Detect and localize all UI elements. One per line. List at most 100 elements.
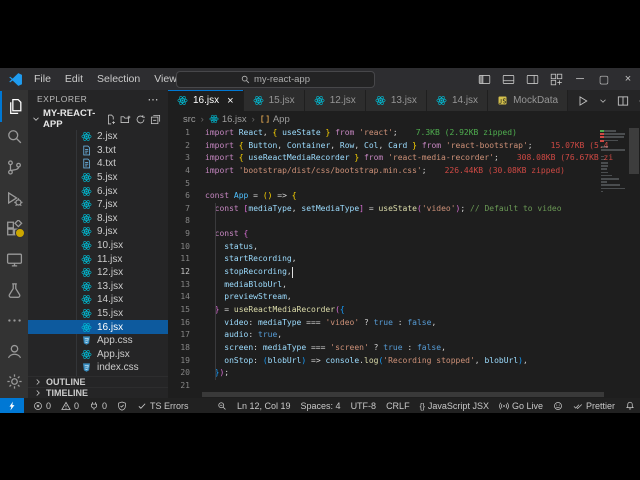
sidebar-title: EXPLORER — [37, 94, 87, 104]
status-ports[interactable]: 0 — [84, 398, 112, 413]
activity-remote-explorer[interactable] — [0, 244, 28, 275]
file-item-4-txt[interactable]: 4.txt — [28, 157, 168, 171]
layout-sidebar-right-icon[interactable] — [520, 68, 544, 90]
run-button[interactable] — [577, 95, 589, 107]
code-line-13: 13 mediaBlobUrl, — [168, 279, 640, 292]
new-folder-button[interactable] — [120, 114, 131, 125]
file-item-16-jsx[interactable]: 16.jsx — [28, 320, 168, 334]
breadcrumb: src›16.jsx›App — [168, 111, 640, 127]
line-number: 8 — [168, 215, 190, 228]
tab-16-jsx[interactable]: 16.jsx× — [168, 90, 244, 111]
breadcrumb-16-jsx[interactable]: 16.jsx — [209, 114, 247, 125]
status-prettier[interactable]: Prettier — [568, 398, 620, 413]
file-item-7-jsx[interactable]: 7.jsx — [28, 198, 168, 212]
file-item-15-jsx[interactable]: 15.jsx — [28, 307, 168, 321]
magnifier-icon — [217, 401, 227, 411]
tab-14-jsx[interactable]: 14.jsx — [427, 90, 488, 111]
sidebar-header: EXPLORER ⋯ — [28, 90, 168, 108]
code-line-21: 21 — [168, 380, 640, 393]
customize-layout-icon[interactable] — [544, 68, 568, 90]
activity-source-control[interactable] — [0, 152, 28, 183]
collapse-all-button[interactable] — [150, 114, 161, 125]
file-label: 15.jsx — [97, 308, 123, 319]
tab-13-jsx[interactable]: 13.jsx — [366, 90, 427, 111]
status-language-mode[interactable]: {}JavaScript JSX — [415, 398, 494, 413]
status-workspace-trust[interactable] — [112, 398, 132, 413]
layout-sidebar-left-icon[interactable] — [472, 68, 496, 90]
status-feedback[interactable] — [548, 398, 568, 413]
flask-icon — [6, 282, 23, 299]
sidebar-more-icon[interactable]: ⋯ — [148, 93, 160, 106]
breadcrumb-src[interactable]: src — [183, 114, 196, 125]
menu-file[interactable]: File — [27, 68, 58, 90]
activity-more[interactable] — [0, 305, 28, 336]
tab-close-icon[interactable]: × — [227, 95, 233, 107]
activity-search[interactable] — [0, 122, 28, 153]
status-errors[interactable]: 0 — [28, 398, 56, 413]
tab-mockdata[interactable]: MockData — [488, 90, 568, 111]
plug-icon — [89, 401, 99, 411]
maximize-button[interactable]: ▢ — [592, 68, 616, 90]
react-icon — [81, 349, 92, 360]
status-ts-errors[interactable]: TS Errors — [132, 398, 194, 413]
status-zoom-indicator[interactable] — [212, 398, 232, 413]
activity-account[interactable] — [0, 336, 28, 366]
tab-15-jsx[interactable]: 15.jsx — [244, 90, 305, 111]
search-icon — [241, 75, 250, 84]
tab-12-jsx[interactable]: 12.jsx — [305, 90, 366, 111]
activity-explorer[interactable] — [0, 91, 28, 122]
menu-selection[interactable]: Selection — [90, 68, 147, 90]
file-item-10-jsx[interactable]: 10.jsx — [28, 239, 168, 253]
refresh-button[interactable] — [135, 114, 146, 125]
file-item-14-jsx[interactable]: 14.jsx — [28, 293, 168, 307]
status-warnings[interactable]: 0 — [56, 398, 84, 413]
status-text: 0 — [102, 401, 107, 411]
file-item-app-css[interactable]: App.css — [28, 334, 168, 348]
layout-panel-icon[interactable] — [496, 68, 520, 90]
vertical-scrollbar[interactable] — [628, 127, 640, 398]
close-button[interactable]: × — [616, 68, 640, 90]
file-item-13-jsx[interactable]: 13.jsx — [28, 280, 168, 294]
horizontal-scrollbar[interactable] — [202, 392, 604, 397]
code-line-16: 16 video: mediaType === 'video' ? true :… — [168, 317, 640, 330]
new-file-button[interactable] — [105, 114, 116, 125]
file-item-12-jsx[interactable]: 12.jsx — [28, 266, 168, 280]
minimap[interactable] — [600, 127, 628, 398]
file-item-3-txt[interactable]: 3.txt — [28, 144, 168, 158]
status-eol[interactable]: CRLF — [381, 398, 415, 413]
file-label: App.jsx — [97, 349, 130, 360]
project-section-header[interactable]: MY-REACT-APP — [28, 108, 168, 130]
breadcrumb-app[interactable]: App — [260, 114, 290, 125]
search-value: my-react-app — [254, 74, 310, 85]
file-item-9-jsx[interactable]: 9.jsx — [28, 225, 168, 239]
section-timeline[interactable]: TIMELINE — [28, 387, 168, 398]
activity-extensions[interactable] — [0, 214, 28, 245]
minimize-button[interactable]: ─ — [568, 68, 592, 90]
file-item-2-jsx[interactable]: 2.jsx — [28, 130, 168, 144]
status-go-live[interactable]: Go Live — [494, 398, 548, 413]
status-indentation[interactable]: Spaces: 4 — [296, 398, 346, 413]
status-notifications[interactable] — [620, 398, 640, 413]
split-editor-button[interactable] — [617, 95, 629, 107]
activity-settings[interactable] — [0, 366, 28, 396]
status-cursor-position[interactable]: Ln 12, Col 19 — [232, 398, 296, 413]
command-center-search[interactable]: my-react-app — [176, 71, 375, 88]
code-editor[interactable]: 1import React, { useState } from 'react'… — [168, 127, 640, 398]
file-item-11-jsx[interactable]: 11.jsx — [28, 252, 168, 266]
menu-edit[interactable]: Edit — [58, 68, 90, 90]
activity-testing[interactable] — [0, 275, 28, 306]
code-line-9: 9 const { — [168, 228, 640, 241]
status-remote-indicator[interactable] — [0, 398, 24, 413]
file-item-index-css[interactable]: index.css — [28, 361, 168, 375]
run-dropdown-button[interactable] — [598, 96, 608, 106]
file-item-app-jsx[interactable]: App.jsx — [28, 348, 168, 362]
react-icon — [81, 294, 92, 305]
file-item-6-jsx[interactable]: 6.jsx — [28, 184, 168, 198]
file-item-5-jsx[interactable]: 5.jsx — [28, 171, 168, 185]
file-item-8-jsx[interactable]: 8.jsx — [28, 212, 168, 226]
status-encoding[interactable]: UTF-8 — [346, 398, 382, 413]
main-area: EXPLORER ⋯ MY-REACT-APP 2.jsx3.txt4.txt5… — [0, 90, 640, 398]
activity-run-debug[interactable] — [0, 183, 28, 214]
section-outline[interactable]: OUTLINE — [28, 376, 168, 387]
activity-bar — [0, 90, 28, 398]
